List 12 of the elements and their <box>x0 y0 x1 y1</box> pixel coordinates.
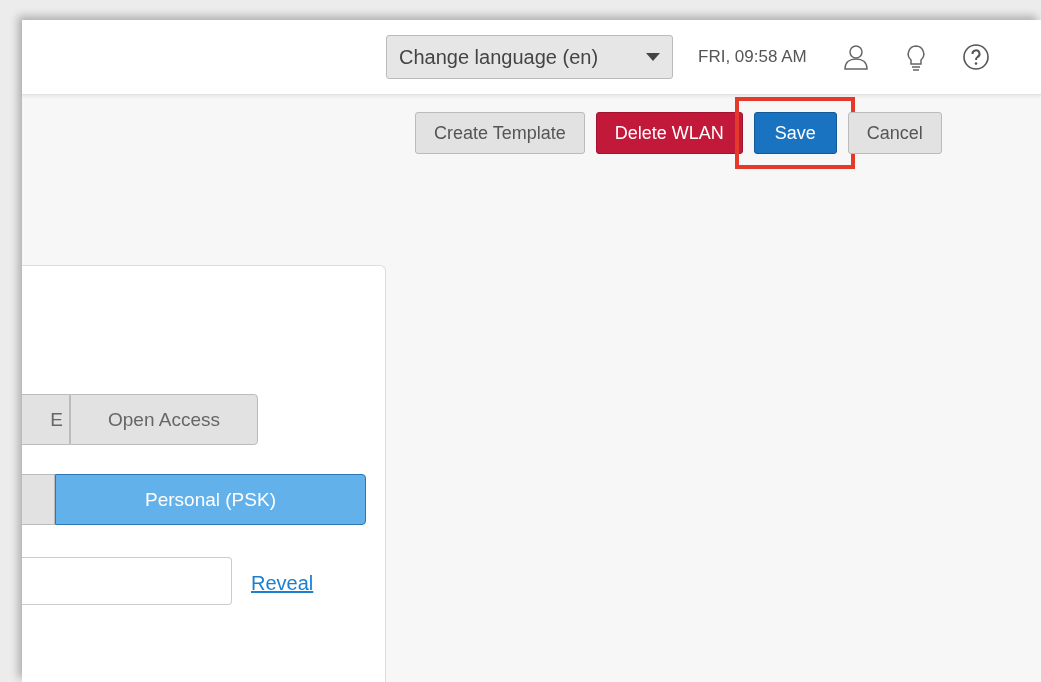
date-time: FRI, 09:58 AM <box>698 47 807 67</box>
segment-button[interactable]: E <box>22 394 70 445</box>
reveal-link[interactable]: Reveal <box>251 571 314 595</box>
delete-wlan-button[interactable]: Delete WLAN <box>595 112 743 154</box>
save-button[interactable]: Save <box>753 112 837 154</box>
segment-button[interactable]: Open Access <box>70 394 258 445</box>
language-select[interactable]: Change language (en) <box>386 35 673 79</box>
create-template-button[interactable]: Create Template <box>415 112 585 154</box>
cancel-button[interactable]: Cancel <box>847 112 942 154</box>
help-icon[interactable] <box>960 42 991 72</box>
password-field[interactable] <box>22 557 232 605</box>
caret-icon <box>646 53 660 61</box>
